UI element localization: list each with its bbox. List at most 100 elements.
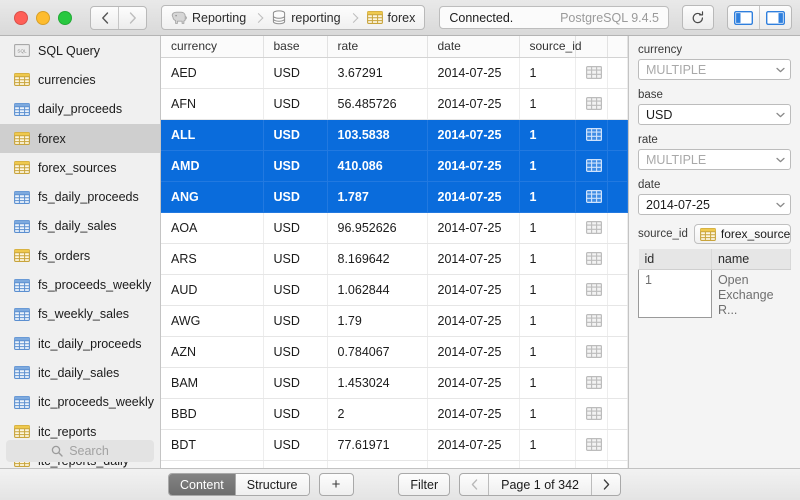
cell-base[interactable]: USD [263,88,327,119]
cell-base[interactable]: USD [263,243,327,274]
cell-rate[interactable]: 96.952626 [327,212,427,243]
cell-source_id[interactable]: 1 [519,57,575,88]
cell-base[interactable]: USD [263,150,327,181]
cell-currency[interactable]: AMD [161,150,263,181]
inspector-fk-row-values[interactable]: 1Open Exchange R... [639,269,791,318]
fk-cell-id[interactable]: 1 [639,269,712,318]
cell-rate[interactable]: 1.79 [327,305,427,336]
cell-source_id[interactable]: 1 [519,181,575,212]
cell-rate[interactable]: 103.5838 [327,119,427,150]
sidebar-item-itc-daily-sales[interactable]: itc_daily_sales [0,358,160,387]
cell-rate[interactable]: 77.61971 [327,429,427,460]
cell-rate[interactable]: 1.453024 [327,367,427,398]
cell-source_id[interactable]: 1 [519,150,575,181]
cell-rate[interactable]: 8.169642 [327,243,427,274]
table-row[interactable]: AEDUSD3.672912014-07-251 [161,57,628,88]
sidebar-item-itc-proceeds-weekly[interactable]: itc_proceeds_weekly [0,388,160,417]
row-reference-button[interactable] [575,88,607,119]
table-row[interactable]: ARSUSD8.1696422014-07-251 [161,243,628,274]
previous-page-button[interactable] [460,474,488,495]
cell-currency[interactable]: AED [161,57,263,88]
zoom-button[interactable] [58,11,72,25]
cell-source_id[interactable]: 1 [519,460,575,468]
cell-base[interactable]: USD [263,181,327,212]
cell-source_id[interactable]: 1 [519,429,575,460]
table-row[interactable]: AOAUSD96.9526262014-07-251 [161,212,628,243]
table-row[interactable]: AFNUSD56.4857262014-07-251 [161,88,628,119]
cell-source_id[interactable]: 1 [519,88,575,119]
cell-currency[interactable]: BDT [161,429,263,460]
sidebar-search-field[interactable]: Search [6,440,154,462]
table-row[interactable]: BDTUSD77.619712014-07-251 [161,429,628,460]
cell-date[interactable]: 2014-07-25 [427,150,519,181]
table-row[interactable]: BGNUSD1.4525432014-07-251 [161,460,628,468]
column-header-date[interactable]: date [427,36,519,57]
next-page-button[interactable] [592,474,620,495]
cell-date[interactable]: 2014-07-25 [427,119,519,150]
cell-date[interactable]: 2014-07-25 [427,88,519,119]
cell-date[interactable]: 2014-07-25 [427,243,519,274]
sidebar-item-fs-daily-proceeds[interactable]: fs_daily_proceeds [0,182,160,211]
cell-currency[interactable]: AZN [161,336,263,367]
cell-date[interactable]: 2014-07-25 [427,305,519,336]
cell-source_id[interactable]: 1 [519,367,575,398]
data-grid-body[interactable]: AEDUSD3.672912014-07-251AFNUSD56.4857262… [161,57,628,468]
forex-sources-button[interactable]: forex_sources [694,224,791,244]
cell-base[interactable]: USD [263,336,327,367]
cell-base[interactable]: USD [263,429,327,460]
cell-rate[interactable]: 410.086 [327,150,427,181]
cell-rate[interactable]: 1.787 [327,181,427,212]
sidebar-item-fs-daily-sales[interactable]: fs_daily_sales [0,212,160,241]
row-reference-button[interactable] [575,57,607,88]
cell-base[interactable]: USD [263,274,327,305]
cell-rate[interactable]: 1.062844 [327,274,427,305]
cell-date[interactable]: 2014-07-25 [427,398,519,429]
sidebar-item-currencies[interactable]: currencies [0,65,160,94]
cell-currency[interactable]: BGN [161,460,263,468]
cell-date[interactable]: 2014-07-25 [427,212,519,243]
breadcrumb-item-server[interactable]: Reporting [162,6,255,29]
cell-date[interactable]: 2014-07-25 [427,460,519,468]
cell-currency[interactable]: AWG [161,305,263,336]
cell-source_id[interactable]: 1 [519,243,575,274]
cell-date[interactable]: 2014-07-25 [427,57,519,88]
inspector-select-base[interactable]: USD [638,104,791,125]
cell-source_id[interactable]: 1 [519,274,575,305]
table-row[interactable]: AMDUSD410.0862014-07-251 [161,150,628,181]
row-reference-button[interactable] [575,181,607,212]
cell-base[interactable]: USD [263,398,327,429]
inspector-select-date[interactable]: 2014-07-25 [638,194,791,215]
cell-currency[interactable]: ANG [161,181,263,212]
cell-currency[interactable]: AUD [161,274,263,305]
cell-currency[interactable]: AOA [161,212,263,243]
row-reference-button[interactable] [575,274,607,305]
sidebar-item-forex-sources[interactable]: forex_sources [0,153,160,182]
cell-base[interactable]: USD [263,305,327,336]
cell-base[interactable]: USD [263,460,327,468]
sidebar-item-fs-orders[interactable]: fs_orders [0,241,160,270]
sidebar-list[interactable]: SQLSQL Querycurrenciesdaily_proceedsfore… [0,36,160,468]
sidebar-item-daily-proceeds[interactable]: daily_proceeds [0,95,160,124]
cell-currency[interactable]: ALL [161,119,263,150]
minimize-button[interactable] [36,11,50,25]
cell-date[interactable]: 2014-07-25 [427,274,519,305]
cell-currency[interactable]: ARS [161,243,263,274]
sidebar-item-sql query[interactable]: SQLSQL Query [0,36,160,65]
cell-date[interactable]: 2014-07-25 [427,367,519,398]
cell-date[interactable]: 2014-07-25 [427,336,519,367]
column-header-base[interactable]: base [263,36,327,57]
sidebar-item-forex[interactable]: forex [0,124,160,153]
table-row[interactable]: BAMUSD1.4530242014-07-251 [161,367,628,398]
column-header-currency[interactable]: currency [161,36,263,57]
cell-source_id[interactable]: 1 [519,305,575,336]
right-panel-toggle-button[interactable] [759,6,791,29]
add-row-button[interactable]: + [319,473,354,496]
data-grid-pane[interactable]: currencybaseratedatesource_id AEDUSD3.67… [161,36,629,468]
filter-button[interactable]: Filter [398,473,450,496]
row-reference-button[interactable] [575,150,607,181]
back-button[interactable] [91,7,118,29]
content-structure-tabs[interactable]: ContentStructure [168,473,310,496]
row-reference-button[interactable] [575,336,607,367]
row-reference-button[interactable] [575,398,607,429]
cell-source_id[interactable]: 1 [519,336,575,367]
